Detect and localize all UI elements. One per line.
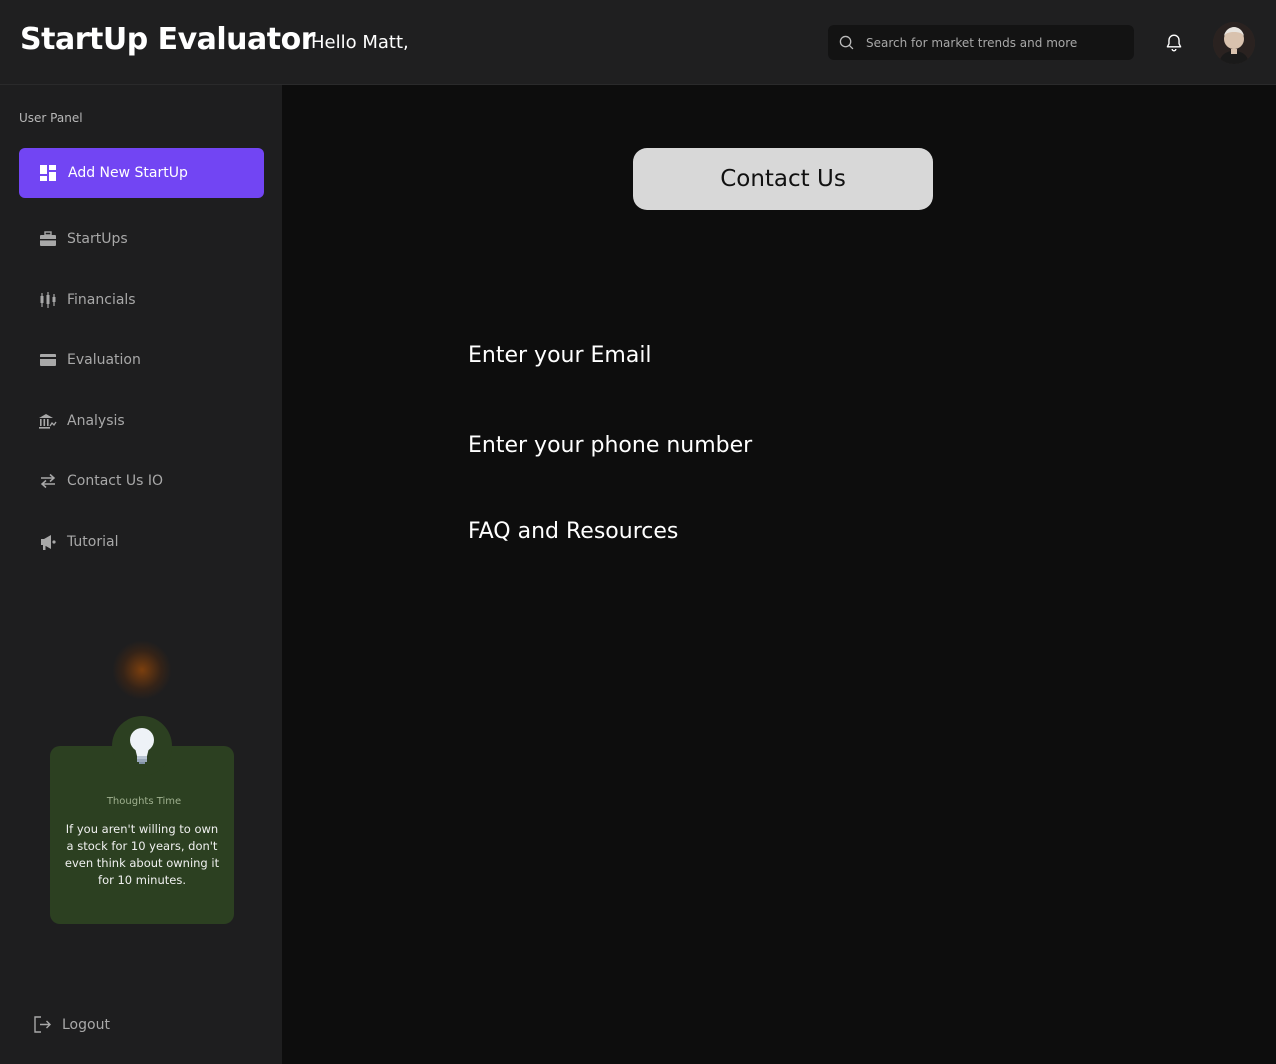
sidebar-item-analysis[interactable]: Analysis: [38, 409, 125, 433]
dashboard-icon: [40, 165, 56, 181]
phone-field[interactable]: Enter your phone number: [468, 433, 752, 458]
main-content: Contact Us Enter your Email Enter your p…: [282, 85, 1276, 1064]
sidebar-item-financials[interactable]: Financials: [38, 288, 136, 312]
app-window: StartUp Evaluator Hello Matt, User Panel: [0, 0, 1276, 1064]
briefcase-icon: [38, 230, 57, 249]
logout-label: Logout: [62, 1016, 110, 1033]
swap-arrows-icon: [38, 472, 57, 491]
panel-label: User Panel: [19, 111, 83, 125]
sidebar-item-evaluation[interactable]: Evaluation: [38, 348, 141, 372]
thought-quote: If you aren't willing to own a stock for…: [64, 822, 220, 887]
sidebar-item-label: Evaluation: [67, 352, 141, 368]
search-input[interactable]: [866, 35, 1116, 50]
sidebar-item-label: Analysis: [67, 413, 125, 429]
search-bar[interactable]: [828, 25, 1134, 60]
lightbulb-icon: [112, 716, 172, 776]
contact-us-button[interactable]: Contact Us: [633, 148, 933, 210]
megaphone-icon: [38, 533, 57, 552]
search-icon: [839, 35, 854, 50]
sidebar-item-tutorial[interactable]: Tutorial: [38, 530, 118, 554]
email-field[interactable]: Enter your Email: [468, 343, 652, 368]
glow-decoration: [112, 640, 172, 700]
thought-title: Thoughts Time: [106, 796, 182, 807]
avatar-image: [1213, 22, 1255, 64]
candlestick-icon: [38, 291, 57, 310]
card-icon: [38, 351, 57, 370]
bell-icon[interactable]: [1163, 32, 1185, 54]
sidebar-item-label: Contact Us IO: [67, 473, 164, 489]
sidebar-item-label: StartUps: [67, 231, 128, 247]
bank-icon: [38, 412, 57, 431]
sidebar-item-startups[interactable]: StartUps: [38, 227, 128, 251]
sidebar: User Panel Add New StartUp StartUps Fina…: [0, 85, 282, 1064]
logout-icon: [34, 1016, 51, 1033]
top-header: StartUp Evaluator Hello Matt,: [0, 0, 1276, 85]
add-new-startup-button[interactable]: Add New StartUp: [19, 148, 264, 198]
user-greeting: Hello Matt,: [311, 32, 409, 53]
sidebar-item-contact-us-io[interactable]: Contact Us IO: [38, 469, 163, 493]
add-new-startup-label: Add New StartUp: [68, 165, 188, 181]
contact-us-label: Contact Us: [720, 166, 846, 192]
avatar[interactable]: [1213, 22, 1255, 64]
faq-resources-link[interactable]: FAQ and Resources: [468, 519, 678, 544]
sidebar-item-label: Tutorial: [67, 534, 119, 550]
logout-button[interactable]: Logout: [33, 1015, 110, 1034]
sidebar-item-label: Financials: [67, 292, 136, 308]
app-brand: StartUp Evaluator: [20, 22, 316, 57]
